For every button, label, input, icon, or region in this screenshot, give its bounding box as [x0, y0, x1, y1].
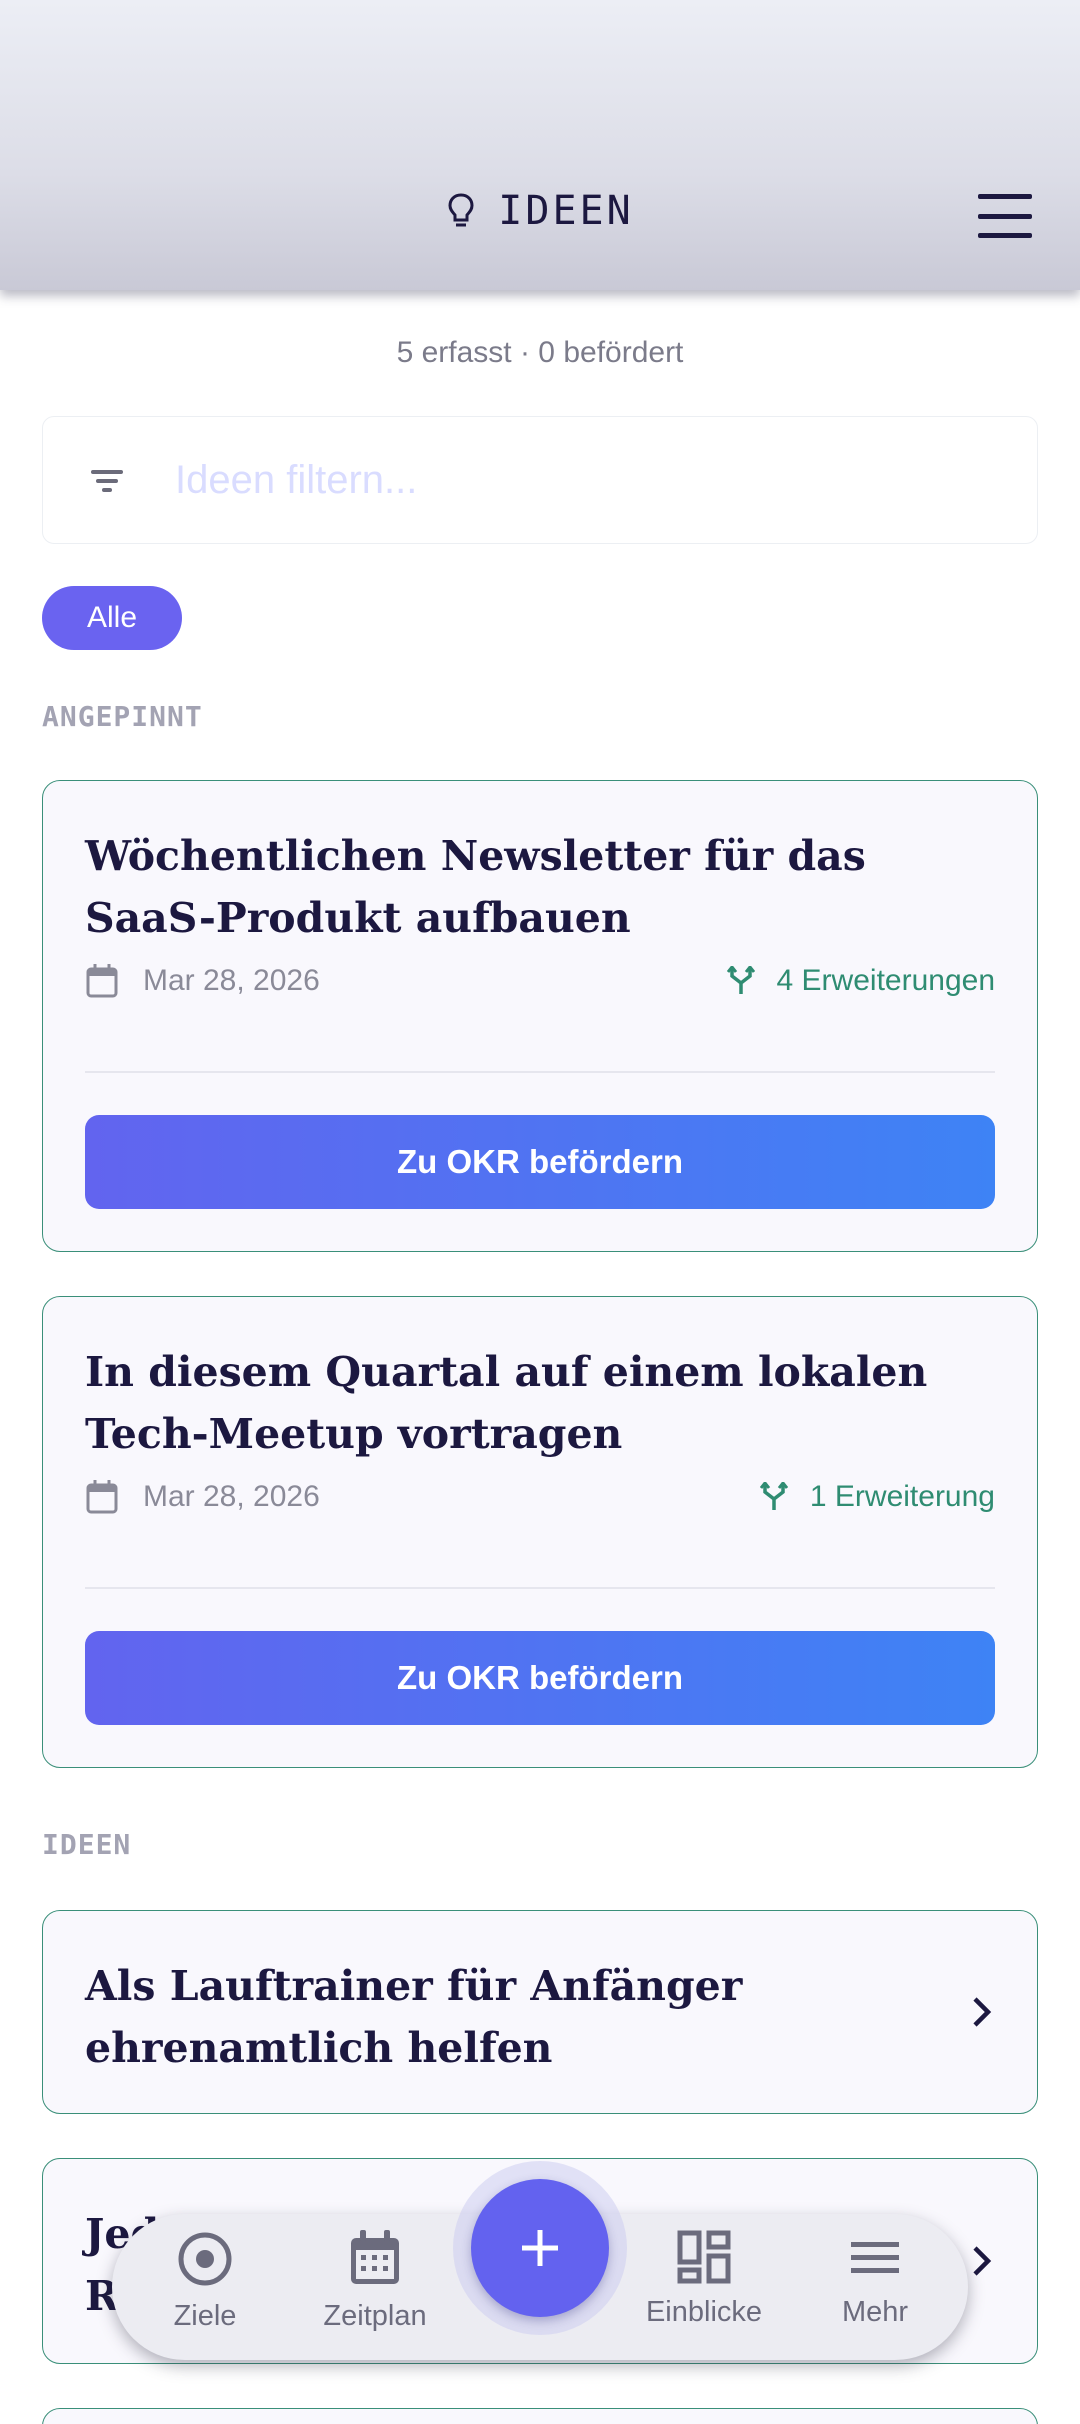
- nav-label: Mehr: [841, 2296, 909, 2328]
- filter-field[interactable]: [42, 416, 1038, 544]
- target-icon: [178, 2232, 232, 2286]
- promote-to-okr-button[interactable]: Zu OKR befördern: [85, 1631, 995, 1725]
- divider: [85, 1071, 995, 1073]
- divider: [85, 1587, 995, 1589]
- page-title-text: IDEEN: [498, 188, 634, 234]
- app-header: IDEEN: [0, 0, 1080, 290]
- calendar-icon: [86, 964, 118, 998]
- idea-title: Als Lauftrainer für Anfänger ehrenamtlic…: [85, 1962, 743, 2072]
- calendar-icon: [86, 1480, 118, 1514]
- idea-title: In diesem Quartal auf einem lokalen Tech…: [85, 1348, 928, 1458]
- filter-input[interactable]: [175, 457, 935, 503]
- menu-icon: [851, 2242, 899, 2273]
- filter-chip-all[interactable]: Alle: [42, 586, 182, 650]
- idea-date: Mar 28, 2026: [85, 1479, 320, 1515]
- nav-label: Zeitplan: [323, 2300, 427, 2332]
- chevron-right-icon: [973, 2246, 992, 2276]
- idea-extensions-text: 1 Erweiterung: [809, 1480, 995, 1513]
- pinned-idea-card[interactable]: Wöchentlichen Newsletter für das SaaS-Pr…: [42, 780, 1038, 1252]
- nav-label: Einblicke: [645, 2296, 763, 2328]
- nav-label: Ziele: [173, 2300, 237, 2332]
- chevron-right-icon: [973, 1997, 992, 2027]
- dashboard-icon: [677, 2230, 731, 2284]
- filter-icon: [89, 466, 125, 494]
- idea-card[interactable]: [42, 2408, 1038, 2424]
- idea-title: Wöchentlichen Newsletter für das SaaS-Pr…: [85, 832, 866, 942]
- idea-date: Mar 28, 2026: [85, 963, 320, 999]
- plus-icon: [522, 2230, 558, 2266]
- ideas-summary: 5 erfasst · 0 befördert: [396, 336, 684, 369]
- promote-to-okr-button[interactable]: Zu OKR befördern: [85, 1115, 995, 1209]
- section-label-pinned: ANGEPINNT: [42, 700, 203, 733]
- nav-item-einblicke[interactable]: Einblicke: [629, 2230, 779, 2350]
- nav-item-mehr[interactable]: Mehr: [800, 2230, 950, 2350]
- calendar-icon: [351, 2230, 399, 2284]
- idea-date-text: Mar 28, 2026: [143, 1480, 320, 1513]
- idea-extensions[interactable]: 4 Erweiterungen: [726, 964, 995, 998]
- add-idea-button[interactable]: [471, 2179, 609, 2317]
- lightbulb-icon: [448, 193, 474, 227]
- fork-icon: [726, 966, 755, 994]
- idea-extensions[interactable]: 1 Erweiterung: [759, 1480, 995, 1514]
- nav-item-ziele[interactable]: Ziele: [130, 2230, 280, 2350]
- hamburger-menu-icon[interactable]: [978, 194, 1032, 238]
- page-title: IDEEN: [0, 188, 1080, 234]
- section-label-ideas: IDEEN: [42, 1828, 132, 1861]
- nav-item-zeitplan[interactable]: Zeitplan: [300, 2230, 450, 2350]
- pinned-idea-card[interactable]: In diesem Quartal auf einem lokalen Tech…: [42, 1296, 1038, 1768]
- idea-card[interactable]: Als Lauftrainer für Anfänger ehrenamtlic…: [42, 1910, 1038, 2114]
- fork-icon: [759, 1482, 788, 1510]
- idea-date-text: Mar 28, 2026: [143, 964, 320, 997]
- idea-extensions-text: 4 Erweiterungen: [776, 964, 995, 997]
